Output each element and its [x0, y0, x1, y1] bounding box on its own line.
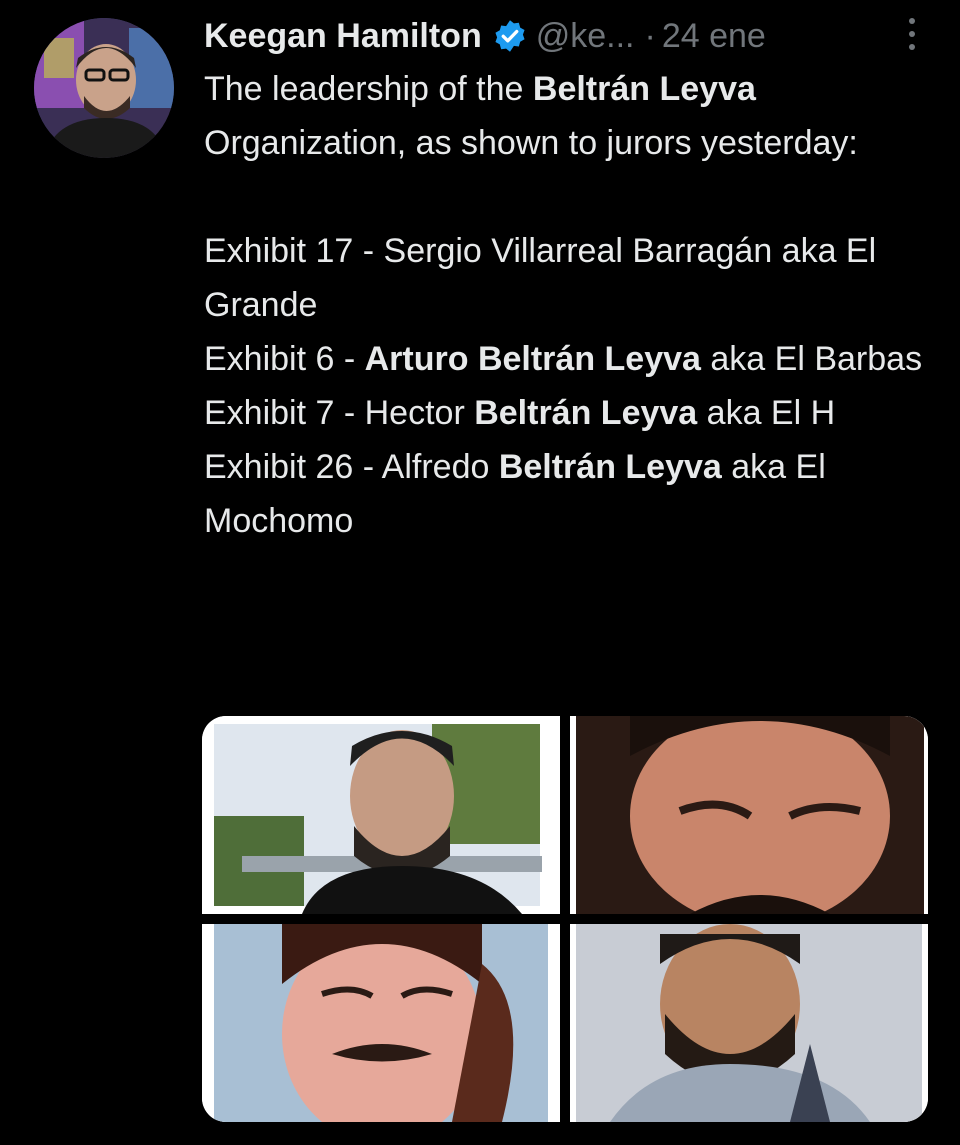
- tweet-header: Keegan Hamilton @ke... · 24 ene: [204, 12, 934, 60]
- text-segment: Exhibit 26 - Alfredo: [204, 448, 499, 486]
- media-photo-4[interactable]: [570, 924, 928, 1122]
- avatar[interactable]: [34, 18, 174, 158]
- exhibit-line: Exhibit 17 - Sergio Villarreal Barragán …: [204, 224, 924, 332]
- exhibit-line: Exhibit 26 - Alfredo Beltrán Leyva aka E…: [204, 440, 924, 548]
- author-name[interactable]: Keegan Hamilton: [204, 17, 482, 56]
- text-segment: aka El H: [697, 394, 836, 432]
- text-segment: Organization, as shown to jurors yesterd…: [204, 124, 858, 162]
- text-segment: aka El Barbas: [700, 340, 923, 378]
- more-options-icon[interactable]: [904, 14, 920, 54]
- tweet-date[interactable]: 24 ene: [662, 17, 766, 56]
- verified-badge-icon: [492, 18, 528, 54]
- text-segment: The leadership of the: [204, 70, 533, 108]
- text-bold-segment: Beltrán Leyva: [532, 70, 756, 108]
- header-separator: ·: [644, 16, 656, 55]
- avatar-image: [34, 18, 174, 158]
- exhibit-line: Exhibit 6 - Arturo Beltrán Leyva aka El …: [204, 332, 924, 386]
- media-photo-1[interactable]: [202, 716, 560, 914]
- media-grid: [202, 716, 928, 1122]
- media-photo-2[interactable]: [570, 716, 928, 914]
- text-bold-segment: Beltrán Leyva: [498, 448, 722, 486]
- author-handle[interactable]: @ke...: [536, 17, 635, 56]
- tweet-intro: The leadership of the Beltrán Leyva Orga…: [204, 62, 924, 170]
- text-bold-segment: Beltrán Leyva: [474, 394, 698, 432]
- media-photo-3[interactable]: [202, 924, 560, 1122]
- text-segment: Exhibit 17 - Sergio Villarreal Barragán …: [204, 232, 877, 324]
- text-segment: Exhibit 6 -: [204, 340, 365, 378]
- text-bold-segment: Arturo Beltrán Leyva: [364, 340, 701, 378]
- exhibit-line: Exhibit 7 - Hector Beltrán Leyva aka El …: [204, 386, 924, 440]
- text-segment: Exhibit 7 - Hector: [204, 394, 475, 432]
- tweet-text: The leadership of the Beltrán Leyva Orga…: [204, 62, 924, 548]
